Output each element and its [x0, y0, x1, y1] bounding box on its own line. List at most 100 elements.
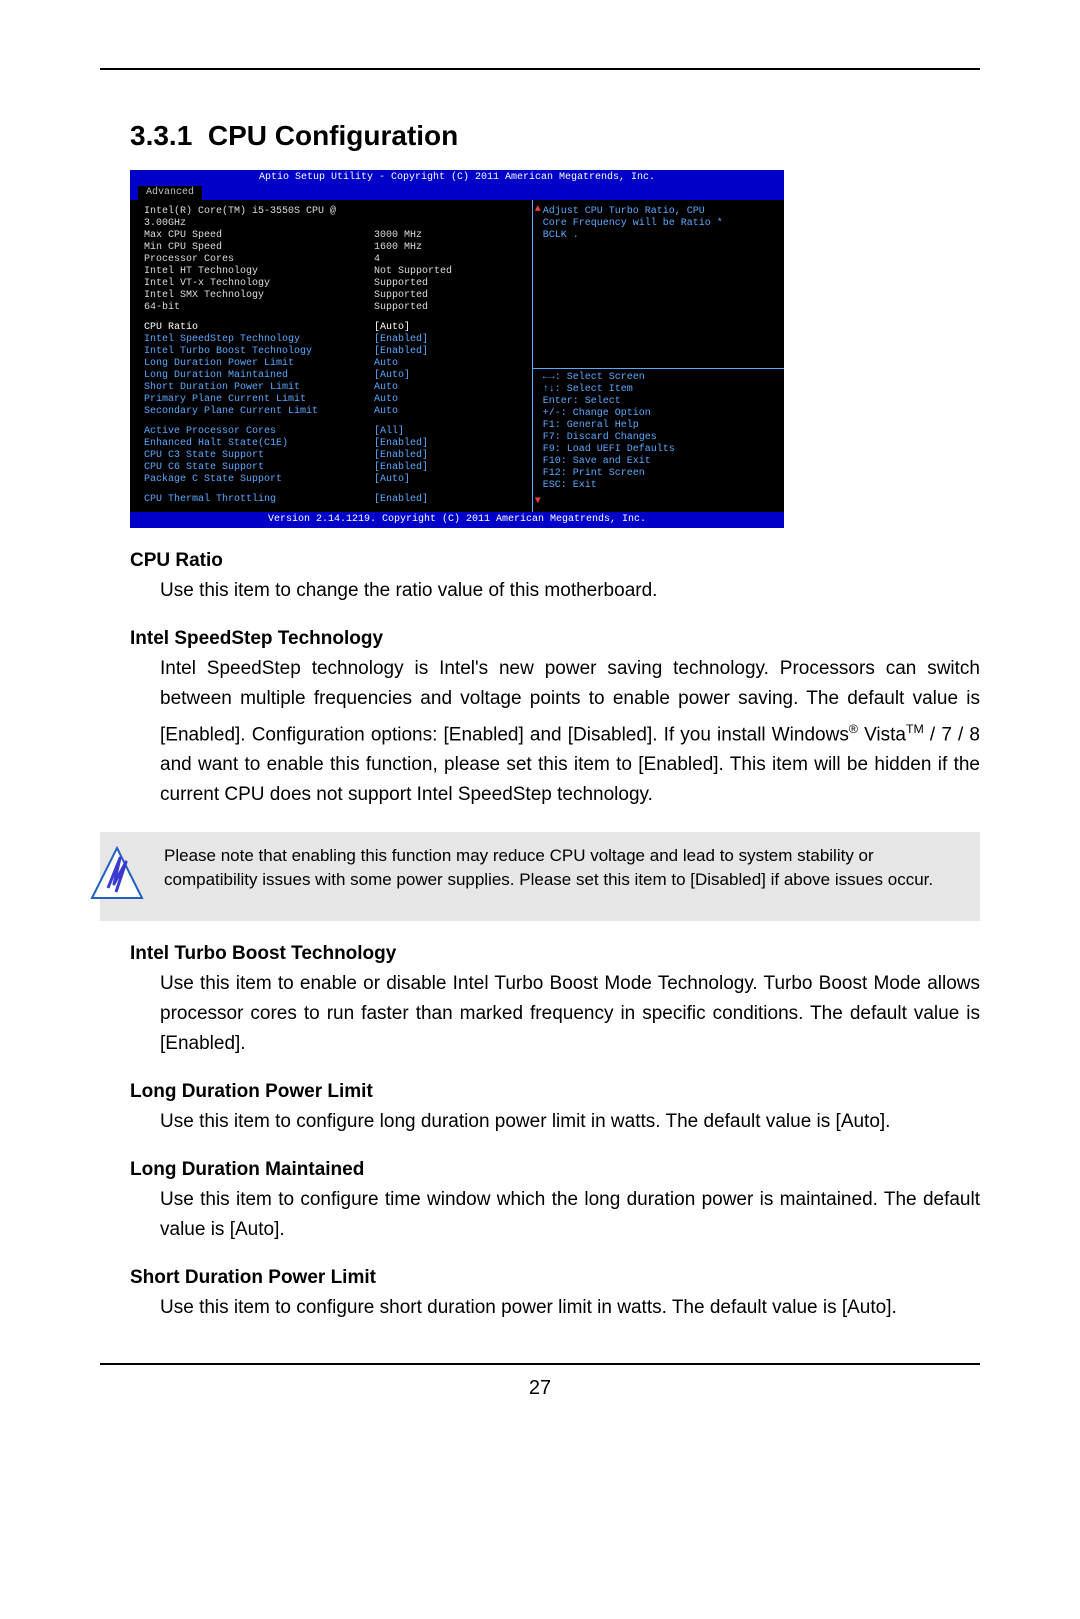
bios-left-pane: Intel(R) Core(TM) i5-3550S CPU @ 3.00GHz… — [130, 200, 533, 512]
bios-footer: Version 2.14.1219. Copyright (C) 2011 Am… — [130, 512, 784, 528]
bios-option-key: Active Processor Cores — [144, 426, 374, 438]
bios-key-line: Enter: Select — [543, 396, 778, 408]
bios-option-row: Secondary Plane Current LimitAuto — [144, 406, 528, 418]
bios-key-help: ←→: Select Screen↑↓: Select ItemEnter: S… — [543, 372, 778, 492]
page: 3.3.1 CPU Configuration Aptio Setup Util… — [0, 0, 1080, 1619]
bios-options-2: Active Processor Cores[All]Enhanced Halt… — [144, 426, 528, 486]
bios-info-key: Min CPU Speed — [144, 242, 374, 254]
bios-info-val: Supported — [374, 302, 528, 314]
bios-option-val: [Enabled] — [374, 450, 528, 462]
bios-option-val: [Enabled] — [374, 494, 528, 506]
bios-option-row: Long Duration Power LimitAuto — [144, 358, 528, 370]
item-body: Use this item to configure long duration… — [160, 1107, 980, 1137]
bios-option-row: Long Duration Maintained[Auto] — [144, 370, 528, 382]
section-name: CPU Configuration — [208, 120, 458, 151]
item-title: Long Duration Power Limit — [130, 1081, 980, 1103]
bios-options-1: CPU Ratio[Auto]Intel SpeedStep Technolog… — [144, 322, 528, 418]
top-rule — [100, 68, 980, 70]
bios-info-val: Not Supported — [374, 266, 528, 278]
bios-key-line: F1: General Help — [543, 420, 778, 432]
bios-info-key: Intel SMX Technology — [144, 290, 374, 302]
bios-option-key: Package C State Support — [144, 474, 374, 486]
bios-option-key: Short Duration Power Limit — [144, 382, 374, 394]
bios-option-val: [Enabled] — [374, 334, 528, 346]
bios-cpu-name: Intel(R) Core(TM) i5-3550S CPU @ 3.00GHz — [144, 206, 374, 230]
bios-info-val: 1600 MHz — [374, 242, 528, 254]
item-body: Use this item to change the ratio value … — [160, 576, 980, 606]
bios-option-row: Active Processor Cores[All] — [144, 426, 528, 438]
item-title: Short Duration Power Limit — [130, 1267, 980, 1289]
bios-option-key: CPU Ratio — [144, 322, 374, 334]
item-title: Intel Turbo Boost Technology — [130, 943, 980, 965]
scroll-up-icon: ▲ — [535, 204, 541, 216]
bios-option-key: CPU C3 State Support — [144, 450, 374, 462]
bios-info-row: Intel HT TechnologyNot Supported — [144, 266, 528, 278]
bios-key-line: +/-: Change Option — [543, 408, 778, 420]
bios-option-key: Intel Turbo Boost Technology — [144, 346, 374, 358]
bios-option-val: Auto — [374, 406, 528, 418]
bios-key-line: F12: Print Screen — [543, 468, 778, 480]
scroll-down-icon: ▼ — [535, 496, 541, 508]
bios-option-key: Long Duration Power Limit — [144, 358, 374, 370]
bios-option-row: Primary Plane Current LimitAuto — [144, 394, 528, 406]
bios-option-row: CPU Ratio[Auto] — [144, 322, 528, 334]
bios-option-val: [Enabled] — [374, 346, 528, 358]
bios-option-val: [Enabled] — [374, 438, 528, 450]
bios-help-divider — [533, 368, 784, 369]
bios-tabbar: Advanced — [130, 186, 784, 200]
bios-info: Intel(R) Core(TM) i5-3550S CPU @ 3.00GHz… — [144, 206, 528, 314]
description-block-2: Intel Turbo Boost Technology Use this ite… — [100, 943, 980, 1323]
bios-option-val: [Auto] — [374, 322, 528, 334]
note-box: Please note that enabling this function … — [100, 832, 980, 921]
bios-option-val: [Auto] — [374, 370, 528, 382]
bios-info-row: Processor Cores4 — [144, 254, 528, 266]
bios-key-line: ESC: Exit — [543, 480, 778, 492]
bios-help-line: BCLK . — [543, 230, 778, 242]
bios-option-val: [Auto] — [374, 474, 528, 486]
bios-option-val: [Enabled] — [374, 462, 528, 474]
bios-option-val: [All] — [374, 426, 528, 438]
warning-icon — [100, 844, 164, 909]
bios-option-key: Primary Plane Current Limit — [144, 394, 374, 406]
bottom-rule — [100, 1363, 980, 1365]
note-text: Please note that enabling this function … — [164, 844, 964, 892]
bios-info-val: 4 — [374, 254, 528, 266]
description-block-1: CPU Ratio Use this item to change the rat… — [100, 550, 980, 810]
bios-option-row: CPU Thermal Throttling[Enabled] — [144, 494, 528, 506]
bios-option-val: Auto — [374, 394, 528, 406]
bios-info-row: Intel SMX TechnologySupported — [144, 290, 528, 302]
bios-info-key: Processor Cores — [144, 254, 374, 266]
bios-info-val: Supported — [374, 290, 528, 302]
bios-option-row: Intel Turbo Boost Technology[Enabled] — [144, 346, 528, 358]
item-body: Use this item to configure short duratio… — [160, 1293, 980, 1323]
item-body: Use this item to configure time window w… — [160, 1185, 980, 1245]
bios-info-row: Max CPU Speed3000 MHz — [144, 230, 528, 242]
bios-key-line: ←→: Select Screen — [543, 372, 778, 384]
bios-option-row: CPU C3 State Support[Enabled] — [144, 450, 528, 462]
bios-help-line: Adjust CPU Turbo Ratio, CPU — [543, 206, 778, 218]
bios-help-text: Adjust CPU Turbo Ratio, CPUCore Frequenc… — [543, 206, 778, 242]
bios-option-key: Intel SpeedStep Technology — [144, 334, 374, 346]
bios-info-row: 64-bitSupported — [144, 302, 528, 314]
bios-option-val: Auto — [374, 382, 528, 394]
item-title: Intel SpeedStep Technology — [130, 628, 980, 650]
bios-info-key: Intel VT-x Technology — [144, 278, 374, 290]
item-title: CPU Ratio — [130, 550, 980, 572]
bios-key-line: F9: Load UEFI Defaults — [543, 444, 778, 456]
bios-info-key: Max CPU Speed — [144, 230, 374, 242]
bios-option-row: Package C State Support[Auto] — [144, 474, 528, 486]
bios-option-row: Short Duration Power LimitAuto — [144, 382, 528, 394]
section-number: 3.3.1 — [130, 120, 192, 151]
bios-options-3: CPU Thermal Throttling[Enabled] — [144, 494, 528, 506]
bios-help-line: Core Frequency will be Ratio * — [543, 218, 778, 230]
item-title: Long Duration Maintained — [130, 1159, 980, 1181]
bios-option-key: Enhanced Halt State(C1E) — [144, 438, 374, 450]
bios-option-row: Enhanced Halt State(C1E)[Enabled] — [144, 438, 528, 450]
item-body: Use this item to enable or disable Intel… — [160, 969, 980, 1059]
bios-option-key: CPU Thermal Throttling — [144, 494, 374, 506]
section-title: 3.3.1 CPU Configuration — [130, 120, 980, 152]
bios-option-key: Long Duration Maintained — [144, 370, 374, 382]
bios-info-val: 3000 MHz — [374, 230, 528, 242]
bios-right-pane: ▲ Adjust CPU Turbo Ratio, CPUCore Freque… — [533, 200, 784, 512]
bios-screenshot: Aptio Setup Utility - Copyright (C) 2011… — [130, 170, 784, 528]
